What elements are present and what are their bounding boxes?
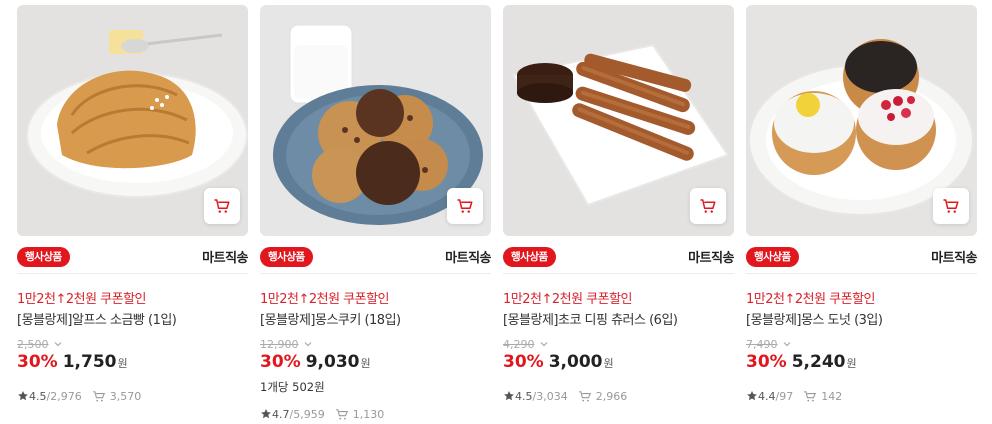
review-count: /3,034 xyxy=(532,389,568,403)
currency-label: 원 xyxy=(846,357,857,370)
delivery-label: 마트직송 xyxy=(688,251,734,266)
coupon-text: 1만2천↑2천원 쿠폰할인 xyxy=(503,292,633,307)
product-card[interactable]: 행사상품 마트직송 1만2천↑2천원 쿠폰할인 [몽블랑제]초코 디핑 츄러스 … xyxy=(503,5,734,420)
original-price-value: 12,900 xyxy=(260,337,299,351)
currency-label: 원 xyxy=(117,357,128,370)
unit-price: 1개당 502원 xyxy=(260,380,325,394)
cart-count: 2,966 xyxy=(595,389,628,403)
coupon-text: 1만2천↑2천원 쿠폰할인 xyxy=(746,292,876,307)
price-line: 30% 1,750 원 xyxy=(17,352,248,374)
chevron-down-icon[interactable] xyxy=(303,339,313,349)
delivery-label: 마트직송 xyxy=(931,251,977,266)
product-meta: 4.7 /5,959 1,130 xyxy=(260,406,491,422)
review-count: /5,959 xyxy=(289,407,325,421)
chevron-down-icon[interactable] xyxy=(53,339,63,349)
original-price-value: 7,490 xyxy=(746,337,778,351)
product-image[interactable] xyxy=(746,5,977,236)
tag-row: 행사상품 마트직송 xyxy=(260,244,491,274)
original-price-value: 2,500 xyxy=(17,337,49,351)
price-line: 30% 3,000 원 xyxy=(503,352,734,374)
sale-price: 3,000 xyxy=(548,352,603,372)
product-name[interactable]: [몽블랑제]몽스 도넛 (3입) xyxy=(746,309,977,329)
coupon-text: 1만2천↑2천원 쿠폰할인 xyxy=(17,292,147,307)
sale-price: 5,240 xyxy=(791,352,846,372)
event-badge: 행사상품 xyxy=(17,247,70,267)
discount-rate: 30% xyxy=(260,352,301,372)
event-badge: 행사상품 xyxy=(503,247,556,267)
product-meta: 4.5 /3,034 2,966 xyxy=(503,388,734,404)
event-badge: 행사상품 xyxy=(260,247,313,267)
star-icon xyxy=(746,390,758,402)
discount-rate: 30% xyxy=(746,352,787,372)
discount-rate: 30% xyxy=(17,352,58,372)
add-to-cart-button[interactable] xyxy=(204,188,240,224)
cart-count-icon xyxy=(335,408,349,421)
star-icon xyxy=(503,390,515,402)
event-badge: 행사상품 xyxy=(746,247,799,267)
delivery-label: 마트직송 xyxy=(202,251,248,266)
coupon-text: 1만2천↑2천원 쿠폰할인 xyxy=(260,292,390,307)
cart-count-icon xyxy=(803,390,817,403)
review-count: /2,976 xyxy=(46,389,82,403)
product-grid: 행사상품 마트직송 1만2천↑2천원 쿠폰할인 [몽블랑제]알프스 소금빵 (1… xyxy=(0,0,992,424)
rating-score: 4.5 xyxy=(515,389,533,403)
product-card[interactable]: 행사상품 마트직송 1만2천↑2천원 쿠폰할인 [몽블랑제]몽스 도넛 (3입)… xyxy=(746,5,977,420)
product-image[interactable] xyxy=(260,5,491,236)
rating-score: 4.4 xyxy=(758,389,776,403)
product-name[interactable]: [몽블랑제]알프스 소금빵 (1입) xyxy=(17,309,248,329)
chevron-down-icon[interactable] xyxy=(782,339,792,349)
rating-score: 4.5 xyxy=(29,389,47,403)
currency-label: 원 xyxy=(603,357,614,370)
product-image[interactable] xyxy=(503,5,734,236)
product-name[interactable]: [몽블랑제]몽스쿠키 (18입) xyxy=(260,309,491,329)
discount-rate: 30% xyxy=(503,352,544,372)
add-to-cart-button[interactable] xyxy=(690,188,726,224)
cart-icon xyxy=(943,199,959,213)
sale-price: 1,750 xyxy=(62,352,117,372)
cart-count-icon xyxy=(92,390,106,403)
tag-row: 행사상품 마트직송 xyxy=(746,244,977,274)
original-price: 7,490 xyxy=(746,336,977,352)
product-image[interactable] xyxy=(17,5,248,236)
add-to-cart-button[interactable] xyxy=(933,188,969,224)
cart-icon xyxy=(700,199,716,213)
delivery-label: 마트직송 xyxy=(445,251,491,266)
star-icon xyxy=(17,390,29,402)
product-meta: 4.4 /97 142 xyxy=(746,388,977,404)
cart-count: 3,570 xyxy=(109,389,142,403)
currency-label: 원 xyxy=(360,357,371,370)
rating-score: 4.7 xyxy=(272,407,290,421)
cart-count: 142 xyxy=(821,389,843,403)
add-to-cart-button[interactable] xyxy=(447,188,483,224)
original-price: 12,900 xyxy=(260,336,491,352)
star-icon xyxy=(260,408,272,420)
price-line: 30% 9,030 원 xyxy=(260,352,491,374)
product-name[interactable]: [몽블랑제]초코 디핑 츄러스 (6입) xyxy=(503,309,734,329)
product-card[interactable]: 행사상품 마트직송 1만2천↑2천원 쿠폰할인 [몽블랑제]알프스 소금빵 (1… xyxy=(17,5,248,420)
product-meta: 4.5 /2,976 3,570 xyxy=(17,388,248,404)
original-price-value: 4,290 xyxy=(503,337,535,351)
sale-price: 9,030 xyxy=(305,352,360,372)
original-price: 4,290 xyxy=(503,336,734,352)
cart-count: 1,130 xyxy=(352,407,385,421)
cart-icon xyxy=(457,199,473,213)
original-price: 2,500 xyxy=(17,336,248,352)
tag-row: 행사상품 마트직송 xyxy=(503,244,734,274)
cart-icon xyxy=(214,199,230,213)
cart-count-icon xyxy=(578,390,592,403)
product-card[interactable]: 행사상품 마트직송 1만2천↑2천원 쿠폰할인 [몽블랑제]몽스쿠키 (18입)… xyxy=(260,5,491,422)
tag-row: 행사상품 마트직송 xyxy=(17,244,248,274)
price-line: 30% 5,240 원 xyxy=(746,352,977,374)
review-count: /97 xyxy=(775,389,794,403)
chevron-down-icon[interactable] xyxy=(539,339,549,349)
